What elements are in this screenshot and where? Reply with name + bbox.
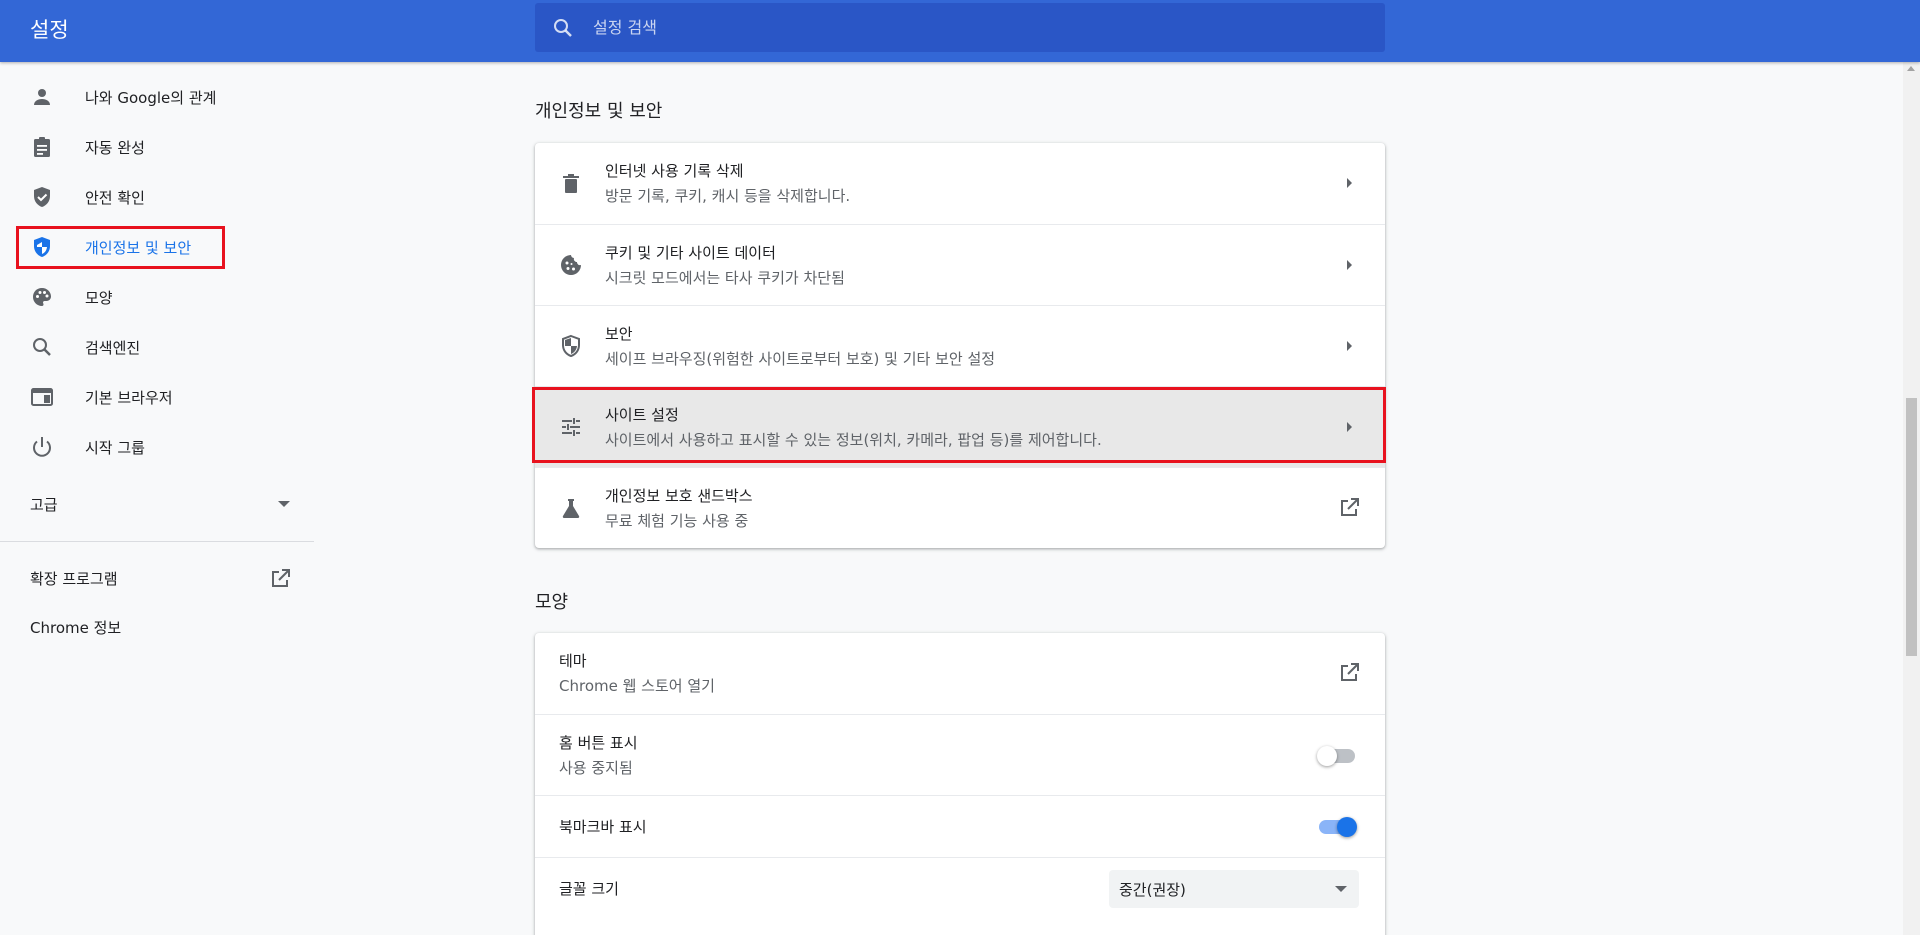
row-subtitle: 시크릿 모드에서는 타사 쿠키가 차단됨 — [605, 269, 845, 287]
search-icon — [33, 338, 51, 356]
header-bar: 설정 — [0, 0, 1920, 62]
row-title: 홈 버튼 표시 — [559, 734, 638, 752]
person-icon — [34, 89, 50, 105]
row-title: 북마크바 표시 — [559, 818, 647, 836]
row-subtitle: 세이프 브라우징(위험한 사이트로부터 보호) 및 기타 보안 설정 — [605, 350, 996, 368]
sidebar-item-label: 안전 확인 — [85, 188, 145, 207]
sidebar-item-appearance[interactable]: 모양 — [0, 272, 314, 322]
sidebar-item-autofill[interactable]: 자동 완성 — [0, 122, 314, 172]
chevron-right-icon — [1347, 341, 1352, 351]
sidebar-item-privacy-security[interactable]: 개인정보 및 보안 — [0, 222, 314, 272]
chevron-right-icon — [1347, 422, 1352, 432]
sidebar-item-label: 검색엔진 — [85, 338, 141, 357]
palette-icon — [33, 288, 51, 306]
privacy-sandbox-row[interactable]: 개인정보 보호 샌드박스 무료 체험 기능 사용 중 — [535, 467, 1385, 548]
font-size-select[interactable]: 중간(권장) — [1109, 870, 1359, 908]
flask-icon — [562, 499, 580, 518]
advanced-label: 고급 — [30, 496, 58, 514]
row-subtitle: Chrome 웹 스토어 열기 — [559, 677, 715, 695]
scrollbar-thumb[interactable] — [1906, 398, 1917, 656]
bookmarks-bar-row[interactable]: 북마크바 표시 — [535, 795, 1385, 857]
privacy-card: 인터넷 사용 기록 삭제 방문 기록, 쿠키, 캐시 등을 삭제합니다. 쿠키 … — [535, 143, 1385, 548]
theme-row[interactable]: 테마 Chrome 웹 스토어 열기 — [535, 633, 1385, 714]
search-icon — [554, 19, 572, 37]
sidebar-item-label: 기본 브라우저 — [85, 388, 173, 407]
open-in-new-icon — [272, 569, 290, 587]
sidebar: 나와 Google의 관계 자동 완성 안전 확인 개인정보 및 보안 모양 검… — [0, 62, 314, 935]
sidebar-item-label: 개인정보 및 보안 — [85, 238, 192, 257]
row-title: 사이트 설정 — [605, 406, 679, 424]
sidebar-item-label: 나와 Google의 관계 — [85, 88, 217, 107]
home-button-row[interactable]: 홈 버튼 표시 사용 중지됨 — [535, 714, 1385, 795]
chevron-down-icon — [278, 501, 290, 507]
search-input[interactable] — [593, 3, 1363, 52]
appearance-card: 테마 Chrome 웹 스토어 열기 홈 버튼 표시 사용 중지됨 북마크바 표… — [535, 633, 1385, 935]
row-subtitle: 무료 체험 기능 사용 중 — [605, 512, 749, 530]
sidebar-item-you-and-google[interactable]: 나와 Google의 관계 — [0, 72, 314, 122]
chevron-right-icon — [1347, 178, 1352, 188]
appearance-section-title: 모양 — [535, 592, 569, 613]
privacy-section-title: 개인정보 및 보안 — [535, 101, 663, 122]
chevron-right-icon — [1347, 260, 1352, 270]
trash-icon — [563, 174, 579, 193]
font-size-row: 글꼴 크기 중간(권장) — [535, 857, 1385, 919]
open-in-new-icon — [1341, 663, 1359, 681]
search-box[interactable] — [535, 3, 1385, 52]
toggle-knob — [1317, 746, 1337, 766]
row-subtitle: 방문 기록, 쿠키, 캐시 등을 삭제합니다. — [605, 187, 851, 205]
site-settings-row[interactable]: 사이트 설정 사이트에서 사용하고 표시할 수 있는 정보(위치, 카메라, 팝… — [535, 386, 1385, 467]
sidebar-item-safety-check[interactable]: 안전 확인 — [0, 172, 314, 222]
sidebar-item-label: 자동 완성 — [85, 138, 145, 157]
sidebar-item-label: 시작 그룹 — [85, 438, 145, 457]
font-size-value: 중간(권장) — [1119, 881, 1186, 899]
sidebar-divider — [0, 541, 314, 542]
row-title: 쿠키 및 기타 사이트 데이터 — [605, 244, 776, 262]
scroll-up-icon[interactable] — [1907, 66, 1915, 71]
row-title: 테마 — [559, 652, 587, 670]
sidebar-item-on-startup[interactable]: 시작 그룹 — [0, 422, 314, 472]
open-in-new-icon — [1341, 498, 1359, 516]
row-subtitle: 사이트에서 사용하고 표시할 수 있는 정보(위치, 카메라, 팝업 등)를 제… — [605, 431, 1102, 449]
security-row[interactable]: 보안 세이프 브라우징(위험한 사이트로부터 보호) 및 기타 보안 설정 — [535, 305, 1385, 386]
chevron-down-icon — [1335, 886, 1347, 892]
power-icon — [33, 437, 51, 457]
tune-icon — [562, 418, 580, 436]
clear-browsing-data-row[interactable]: 인터넷 사용 기록 삭제 방문 기록, 쿠키, 캐시 등을 삭제합니다. — [535, 143, 1385, 224]
about-chrome-link[interactable]: Chrome 정보 — [30, 617, 121, 638]
row-title: 개인정보 보호 샌드박스 — [605, 487, 753, 505]
row-title: 글꼴 크기 — [559, 880, 619, 898]
sidebar-item-default-browser[interactable]: 기본 브라우저 — [0, 372, 314, 422]
extensions-link[interactable]: 확장 프로그램 — [30, 568, 292, 594]
browser-icon — [31, 388, 53, 406]
row-title: 인터넷 사용 기록 삭제 — [605, 162, 744, 180]
cookie-icon — [561, 255, 581, 275]
home-button-toggle[interactable] — [1317, 746, 1355, 766]
row-title: 보안 — [605, 325, 633, 343]
advanced-toggle[interactable]: 고급 — [30, 494, 290, 524]
page-title: 설정 — [30, 18, 69, 42]
row-subtitle: 사용 중지됨 — [559, 759, 633, 777]
shield-check-icon — [34, 187, 50, 207]
shield-icon — [34, 237, 50, 257]
bookmarks-bar-toggle[interactable] — [1319, 817, 1357, 837]
shield-icon — [562, 334, 580, 358]
toggle-knob — [1337, 817, 1357, 837]
sidebar-item-label: 모양 — [85, 288, 113, 307]
cookies-row[interactable]: 쿠키 및 기타 사이트 데이터 시크릿 모드에서는 타사 쿠키가 차단됨 — [535, 224, 1385, 305]
clipboard-icon — [34, 137, 50, 157]
sidebar-item-search-engine[interactable]: 검색엔진 — [0, 322, 314, 372]
extensions-label: 확장 프로그램 — [30, 570, 118, 588]
